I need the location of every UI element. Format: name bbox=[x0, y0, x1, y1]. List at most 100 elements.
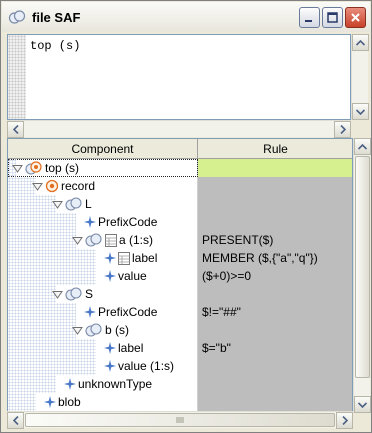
component-cell[interactable]: PrefixCode bbox=[8, 213, 198, 231]
indent-guide bbox=[8, 339, 96, 357]
indent-guide bbox=[8, 213, 76, 231]
component-label: blob bbox=[58, 395, 81, 409]
column-header-rule[interactable]: Rule bbox=[198, 139, 352, 159]
rule-cell[interactable] bbox=[198, 321, 352, 339]
table-row[interactable]: value (1:s) bbox=[8, 357, 352, 375]
scroll-right-button[interactable] bbox=[334, 121, 351, 138]
table-scroll-left-button[interactable] bbox=[7, 412, 24, 429]
maximize-button[interactable] bbox=[322, 7, 343, 28]
rule-cell[interactable]: MEMBER ($,{"a","q"}) bbox=[198, 249, 352, 267]
expanded-toggle-icon[interactable] bbox=[72, 325, 83, 336]
editor-horizontal-scrollbar[interactable] bbox=[7, 120, 351, 138]
component-cell[interactable]: blob bbox=[8, 393, 198, 411]
expression-editor[interactable]: top (s) bbox=[7, 34, 351, 120]
rule-cell[interactable] bbox=[198, 393, 352, 411]
table-row[interactable]: b (s) bbox=[8, 321, 352, 339]
component-cell[interactable]: a (1:s) bbox=[8, 231, 198, 249]
indent-guide bbox=[8, 249, 96, 267]
rule-cell[interactable] bbox=[198, 177, 352, 195]
table-row[interactable]: PrefixCode bbox=[8, 213, 352, 231]
expanded-toggle-icon[interactable] bbox=[12, 163, 23, 174]
component-cell[interactable]: value bbox=[8, 267, 198, 285]
expanded-toggle-icon[interactable] bbox=[52, 199, 63, 210]
table-row[interactable]: blob bbox=[8, 393, 352, 411]
table-scroll-right-button[interactable] bbox=[336, 412, 353, 429]
rule-cell[interactable] bbox=[198, 375, 352, 393]
sequence-icon bbox=[85, 233, 102, 247]
tree-node[interactable]: record bbox=[32, 177, 95, 195]
component-cell[interactable]: top (s) bbox=[8, 159, 198, 177]
arrow-down-icon bbox=[356, 108, 365, 115]
close-button[interactable] bbox=[345, 7, 366, 28]
component-cell[interactable]: record bbox=[8, 177, 198, 195]
tree-node[interactable]: S bbox=[52, 285, 93, 303]
table-hscroll-thumb[interactable] bbox=[25, 413, 335, 427]
expanded-toggle-icon[interactable] bbox=[52, 289, 63, 300]
title-bar[interactable]: file SAF bbox=[2, 2, 370, 32]
indent-guide bbox=[8, 231, 76, 249]
component-cell[interactable]: value (1:s) bbox=[8, 357, 198, 375]
indent-guide bbox=[8, 393, 36, 411]
tree-node[interactable]: PrefixCode bbox=[84, 213, 157, 231]
component-cell[interactable]: L bbox=[8, 195, 198, 213]
rule-cell[interactable]: ($+0)>=0 bbox=[198, 267, 352, 285]
component-cell[interactable]: label bbox=[8, 249, 198, 267]
component-label: label bbox=[118, 341, 144, 355]
table-row[interactable]: label MEMBER ($,{"a","q"}) bbox=[8, 249, 352, 267]
table-scroll-down-button[interactable] bbox=[354, 396, 371, 413]
table-row[interactable]: PrefixCode $!="##" bbox=[8, 303, 352, 321]
editor-text[interactable]: top (s) bbox=[30, 39, 80, 53]
component-cell[interactable]: b (s) bbox=[8, 321, 198, 339]
table-icon bbox=[118, 251, 130, 265]
component-cell[interactable]: PrefixCode bbox=[8, 303, 198, 321]
rule-cell[interactable] bbox=[198, 159, 352, 177]
tree-node[interactable]: label bbox=[104, 249, 157, 267]
arrow-up-icon bbox=[358, 143, 367, 150]
rule-cell[interactable]: PRESENT($) bbox=[198, 231, 352, 249]
rule-cell[interactable]: $="b" bbox=[198, 339, 352, 357]
table-row[interactable]: L bbox=[8, 195, 352, 213]
table-row[interactable]: value ($+0)>=0 bbox=[8, 267, 352, 285]
table-scroll-thumb[interactable] bbox=[355, 156, 370, 378]
sequence-icon bbox=[85, 323, 102, 337]
tree-node[interactable]: value (1:s) bbox=[104, 357, 174, 375]
table-row[interactable]: S bbox=[8, 285, 352, 303]
rule-cell[interactable] bbox=[198, 357, 352, 375]
rule-cell[interactable]: $!="##" bbox=[198, 303, 352, 321]
expanded-toggle-icon[interactable] bbox=[32, 181, 43, 192]
table-row[interactable]: top (s) bbox=[8, 159, 352, 177]
table-row[interactable]: a (1:s) PRESENT($) bbox=[8, 231, 352, 249]
arrow-right-icon bbox=[339, 125, 346, 134]
tree-node[interactable]: b (s) bbox=[72, 321, 129, 339]
minimize-button[interactable] bbox=[299, 7, 320, 28]
rule-cell[interactable] bbox=[198, 285, 352, 303]
table-vertical-scrollbar[interactable] bbox=[353, 138, 371, 413]
component-cell[interactable]: S bbox=[8, 285, 198, 303]
component-cell[interactable]: label bbox=[8, 339, 198, 357]
table-horizontal-scrollbar[interactable] bbox=[7, 411, 353, 429]
scroll-down-button[interactable] bbox=[352, 103, 369, 120]
tree-node[interactable]: unknownType bbox=[64, 375, 152, 393]
root-target-icon bbox=[25, 161, 42, 175]
column-header-component[interactable]: Component bbox=[8, 139, 198, 159]
expanded-toggle-icon[interactable] bbox=[72, 235, 83, 246]
table-row[interactable]: record bbox=[8, 177, 352, 195]
tree-node[interactable]: value bbox=[104, 267, 147, 285]
table-scroll-up-button[interactable] bbox=[354, 138, 371, 155]
scroll-up-button[interactable] bbox=[352, 34, 369, 51]
table-row[interactable]: label $="b" bbox=[8, 339, 352, 357]
table-row[interactable]: unknownType bbox=[8, 375, 352, 393]
rule-cell[interactable] bbox=[198, 213, 352, 231]
component-cell[interactable]: unknownType bbox=[8, 375, 198, 393]
sequence-icon bbox=[65, 287, 82, 301]
scroll-left-button[interactable] bbox=[7, 121, 24, 138]
editor-vertical-scrollbar[interactable] bbox=[351, 34, 369, 120]
tree-node[interactable]: label bbox=[104, 339, 143, 357]
rule-cell[interactable] bbox=[198, 195, 352, 213]
tree-node[interactable]: a (1:s) bbox=[72, 231, 153, 249]
table-body: top (s) record L PrefixCode a (1:s) PRESENT($… bbox=[8, 159, 352, 411]
tree-node[interactable]: top (s) bbox=[12, 159, 79, 177]
tree-node[interactable]: PrefixCode bbox=[84, 303, 157, 321]
tree-node[interactable]: L bbox=[52, 195, 92, 213]
tree-node[interactable]: blob bbox=[44, 393, 81, 411]
